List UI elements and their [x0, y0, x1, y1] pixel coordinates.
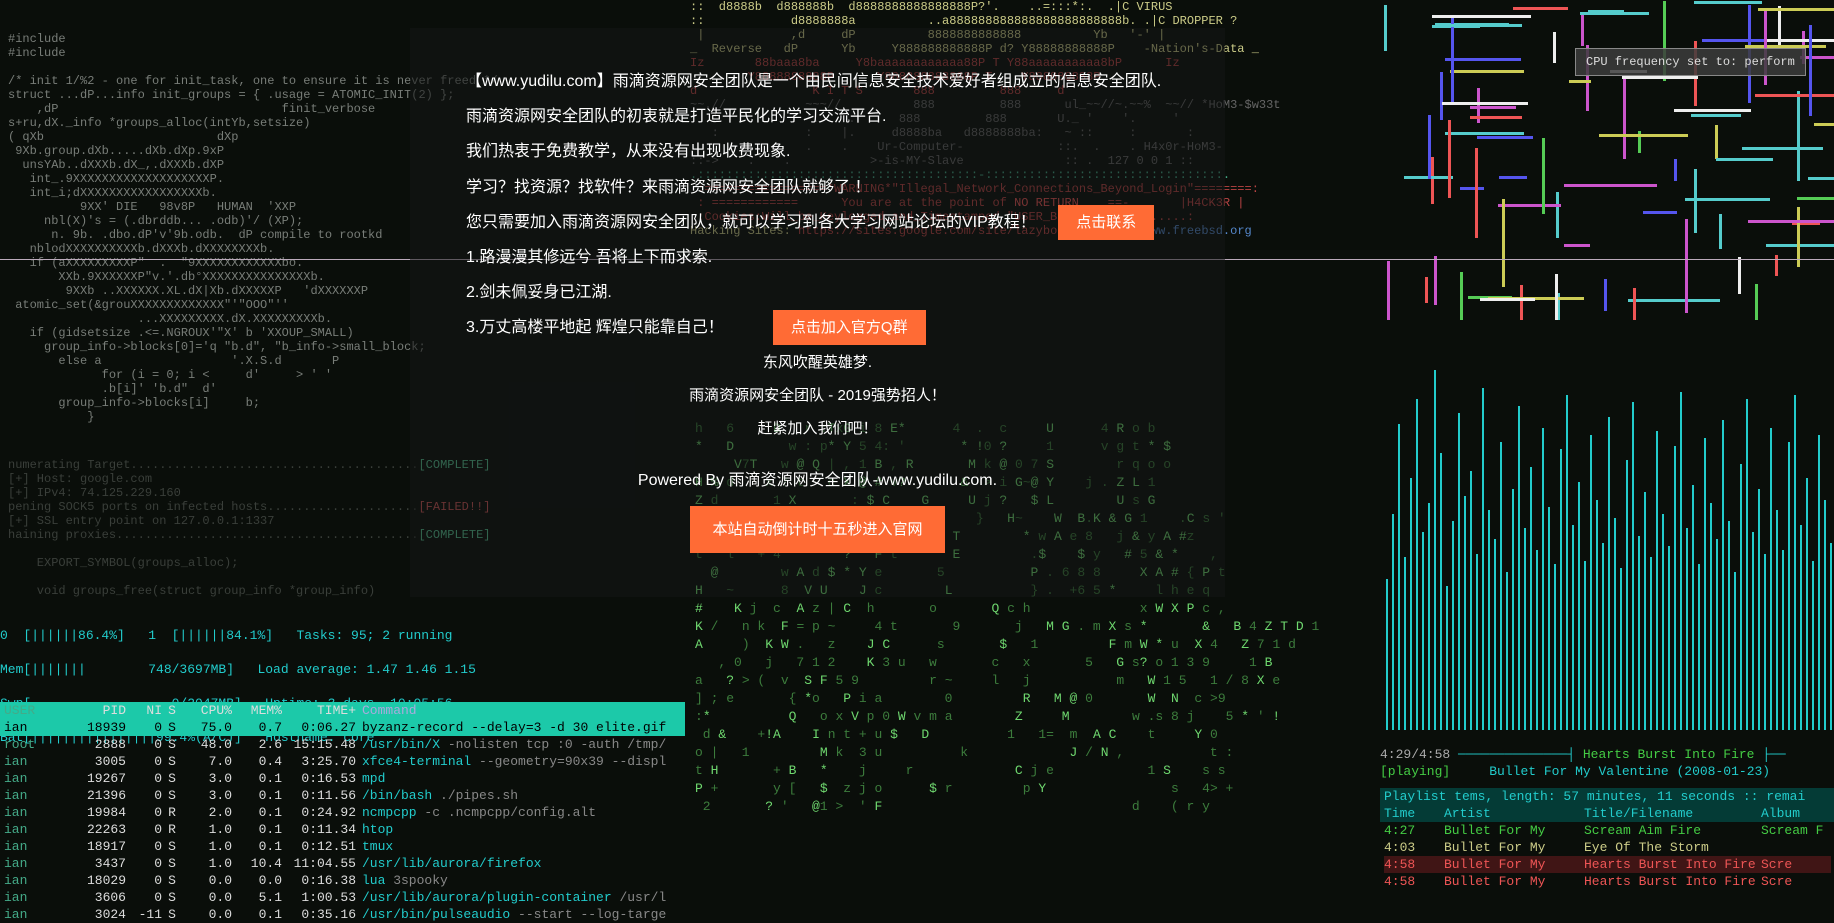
quote-3: 3.万丈高楼平地起 辉煌只能靠自己！ 点击加入官方Q群: [466, 310, 1169, 345]
playlist-header: Time Artist Title/Filename Album: [1380, 805, 1834, 822]
contact-button[interactable]: 点击联系: [1058, 205, 1154, 240]
cpu-notification: CPU frequency set to: perform: [1575, 48, 1806, 76]
process-row[interactable]: ian189390S75.00.70:06.27byzanz-record --…: [0, 719, 685, 736]
slogan-1: 东风吹醒英雄梦.: [466, 346, 1169, 379]
audio-visualizer: [1380, 330, 1834, 730]
slogan-3: 赶紧加入我们吧！: [466, 412, 1169, 445]
join-q-group-button[interactable]: 点击加入官方Q群: [773, 310, 926, 345]
playlist-row[interactable]: 4:58Bullet For MyHearts Burst Into FireS…: [1380, 873, 1834, 890]
music-player: 4:29/4:58 ──────────────┤ Hearts Burst I…: [1380, 746, 1834, 890]
intro-line-2: 雨滴资源网安全团队的初衷就是打造平民化的学习交流平台.: [466, 99, 1169, 134]
playlist-row[interactable]: 4:03Bullet For MyEye Of The Storm: [1380, 839, 1834, 856]
process-row[interactable]: ian36060S0.05.11:00.53/usr/lib/aurora/pl…: [0, 889, 685, 906]
process-row[interactable]: ian30050S7.00.43:25.70xfce4-terminal --g…: [0, 753, 685, 770]
process-row[interactable]: ian3024-11S0.00.10:35.16/usr/bin/pulseau…: [0, 906, 685, 923]
quote-2: 2.剑未佩妥身已江湖.: [466, 275, 1169, 310]
playlist-row[interactable]: 4:27Bullet For MyScream Aim FireScream F: [1380, 822, 1834, 839]
powered-by: Powered By 雨滴资源网安全团队-www.yudilu.com.: [466, 463, 1169, 498]
countdown-button[interactable]: 本站自动倒计时十五秒进入官网: [690, 506, 944, 553]
process-table: USER PID NI S CPU% MEM% TIME+ Command ia…: [0, 702, 685, 923]
process-row[interactable]: ian213960S3.00.10:11.56/bin/bash ./pipes…: [0, 787, 685, 804]
process-row[interactable]: ian222630R1.00.10:11.34htop: [0, 821, 685, 838]
process-row[interactable]: root28880S48.02.615:15.48/usr/bin/X -nol…: [0, 736, 685, 753]
playlist-row[interactable]: 4:58Bullet For MyHearts Burst Into FireS…: [1380, 856, 1834, 873]
slogan-2: 雨滴资源网安全团队 - 2019强势招人！: [466, 379, 1169, 412]
intro-line-3: 我们热衷于免费教学，从来没有出现收费现象.: [466, 134, 1169, 169]
intro-line-1: 【www.yudilu.com】雨滴资源网安全团队是一个由民间信息安全技术爱好者…: [466, 64, 1169, 99]
process-row[interactable]: ian192670S3.00.10:16.53mpd: [0, 770, 685, 787]
process-row[interactable]: ian34370S1.010.411:04.55/usr/lib/aurora/…: [0, 855, 685, 872]
quote-1: 1.路漫漫其修远兮 吾将上下而求索.: [466, 240, 1169, 275]
intro-line-5: 您只需要加入雨滴资源网安全团队，就可以学习到各大学习网站论坛的VIP教程！ 点击…: [466, 205, 1169, 240]
process-table-header: USER PID NI S CPU% MEM% TIME+ Command: [0, 702, 685, 719]
process-row[interactable]: ian199840R2.00.10:24.92ncmpcpp -c .ncmpc…: [0, 804, 685, 821]
intro-line-4: 学习？找资源？找软件？来雨滴资源网安全团队就够了 ！: [466, 170, 1169, 205]
process-row[interactable]: ian180290S0.00.00:16.38lua 3spooky: [0, 872, 685, 889]
process-row[interactable]: ian189170S1.00.10:12.51tmux: [0, 838, 685, 855]
intro-dialog: 【www.yudilu.com】雨滴资源网安全团队是一个由民间信息安全技术爱好者…: [410, 28, 1225, 597]
countdown-wrap: 本站自动倒计时十五秒进入官网: [466, 498, 1169, 553]
